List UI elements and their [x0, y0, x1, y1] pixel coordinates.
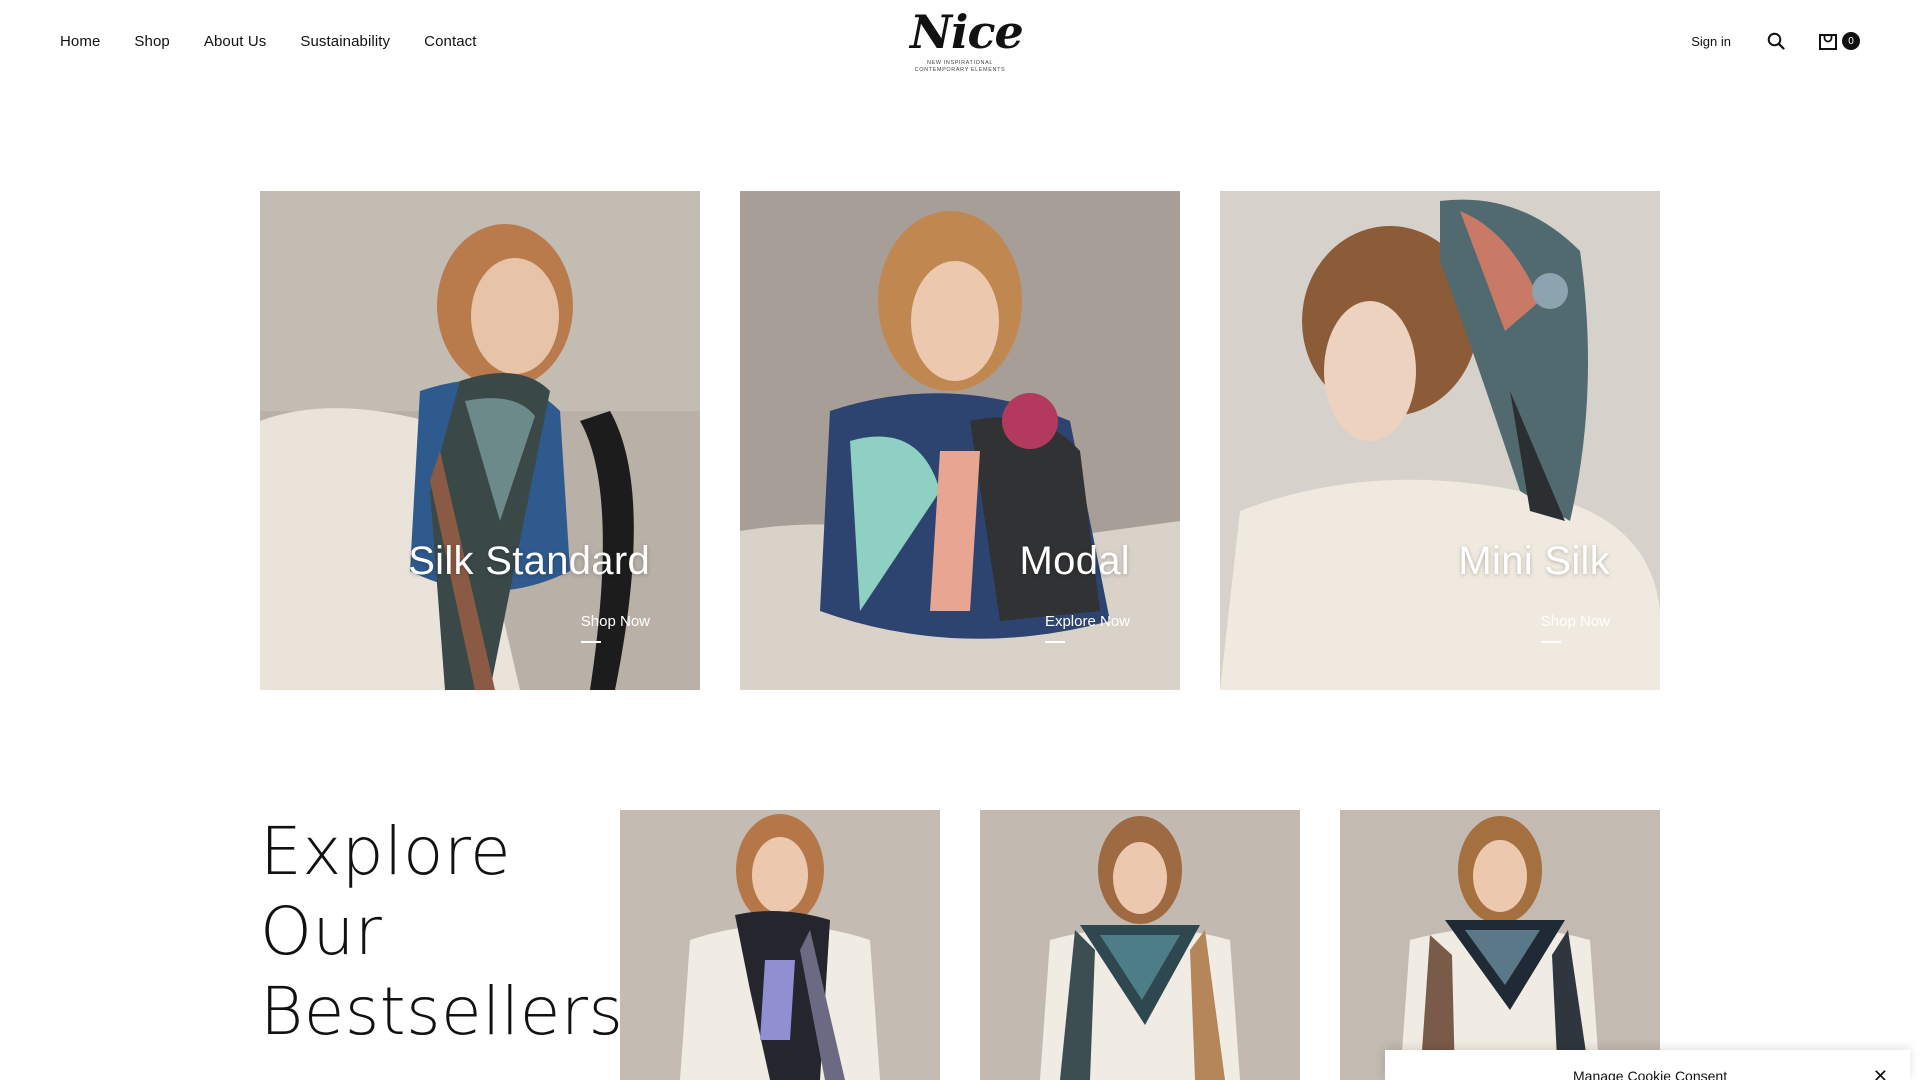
cookie-consent-label[interactable]: Manage Cookie Consent: [1573, 1068, 1727, 1080]
close-icon[interactable]: ✕: [1873, 1066, 1888, 1080]
category-tile-silk-standard[interactable]: Silk Standard Shop Now: [260, 191, 700, 690]
link-label: Shop Now: [1540, 613, 1610, 630]
nav-contact[interactable]: Contact: [424, 33, 476, 50]
product-card[interactable]: [620, 810, 940, 1080]
category-title: Modal: [1019, 539, 1130, 583]
bestsellers-heading: Explore Our Bestsellers: [260, 812, 623, 1052]
logo-wordmark: Nice: [910, 5, 1024, 59]
product-image: [1340, 810, 1660, 1080]
cart-icon: [1817, 30, 1839, 52]
shop-now-link[interactable]: Shop Now: [1540, 613, 1610, 643]
cart-count-badge: 0: [1842, 32, 1860, 50]
search-icon[interactable]: [1765, 30, 1787, 52]
link-underline: [1044, 641, 1065, 643]
nav-about-us[interactable]: About Us: [204, 33, 267, 50]
heading-line: Our: [260, 893, 383, 970]
nav-sustainability[interactable]: Sustainability: [300, 33, 390, 50]
logo-tagline-2: CONTEMPORARY ELEMENTS: [914, 67, 1006, 73]
sign-in-link[interactable]: Sign in: [1691, 34, 1731, 49]
link-label: Explore Now: [1044, 613, 1130, 630]
category-title: Mini Silk: [1458, 539, 1610, 583]
main-nav: Home Shop About Us Sustainability Contac…: [60, 33, 477, 50]
link-underline: [580, 641, 601, 643]
site-header: Home Shop About Us Sustainability Contac…: [0, 0, 1920, 90]
nav-shop[interactable]: Shop: [134, 33, 169, 50]
logo-tagline-1: NEW INSPIRATIONAL: [926, 60, 994, 66]
product-card[interactable]: [1340, 810, 1660, 1080]
category-tile-mini-silk[interactable]: Mini Silk Shop Now: [1220, 191, 1660, 690]
cart-button[interactable]: 0: [1817, 30, 1860, 52]
heading-line: Explore: [260, 813, 512, 890]
product-image: [620, 810, 940, 1080]
heading-line: Bestsellers: [260, 973, 624, 1050]
link-underline: [1540, 641, 1561, 643]
header-actions: Sign in 0: [1691, 30, 1860, 52]
category-title: Silk Standard: [408, 539, 650, 583]
cookie-consent-banner[interactable]: Manage Cookie Consent ✕: [1385, 1050, 1910, 1080]
explore-now-link[interactable]: Explore Now: [1044, 613, 1130, 643]
product-card[interactable]: [980, 810, 1300, 1080]
shop-now-link[interactable]: Shop Now: [580, 613, 650, 643]
category-tile-modal[interactable]: Modal Explore Now: [740, 191, 1180, 690]
product-image: [980, 810, 1300, 1080]
link-label: Shop Now: [580, 613, 650, 630]
site-logo[interactable]: Nice NEW INSPIRATIONAL CONTEMPORARY ELEM…: [910, 4, 1024, 86]
nav-home[interactable]: Home: [60, 33, 100, 50]
